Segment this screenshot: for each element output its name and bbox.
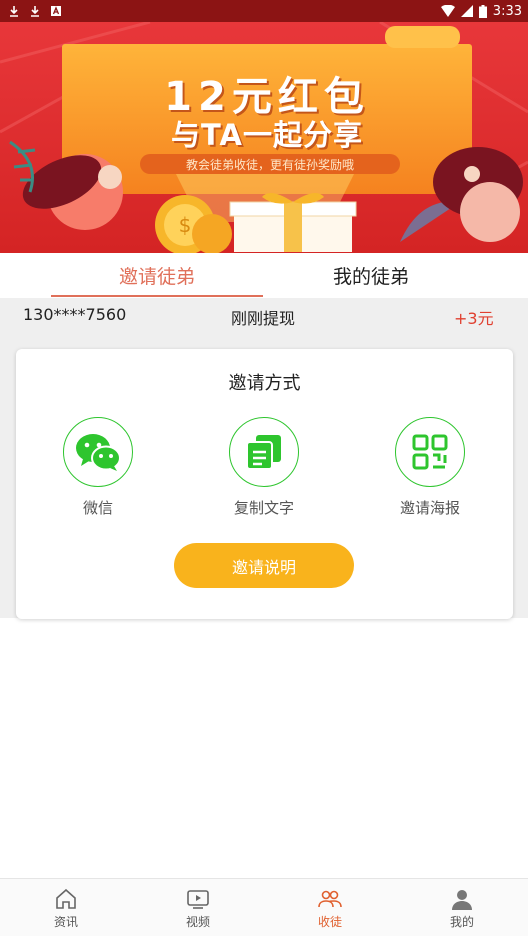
- qr-code-icon: [412, 434, 448, 470]
- tab-label: 我的徒弟: [332, 266, 409, 288]
- download-icon: [10, 6, 18, 17]
- battery-icon: [478, 4, 487, 18]
- invite-methods-card: 邀请方式 微信 复制文字 邀请海报 邀请说明: [16, 349, 513, 619]
- invite-copy-text-option[interactable]: 复制文字: [204, 417, 324, 518]
- tab-invite-disciple[interactable]: 邀请徒弟: [51, 253, 263, 298]
- nav-label: 资讯: [53, 914, 78, 929]
- invite-poster-option[interactable]: 邀请海报: [370, 417, 490, 518]
- wechat-icon: [76, 434, 121, 471]
- svg-text:$: $: [179, 213, 192, 237]
- promo-banner[interactable]: $ 12元红包 与TA一起分享 教会徒弟收徒，更有徒孙奖励哦: [0, 22, 528, 253]
- ticker-row: 130****7560 刚刚提现 +3元: [0, 298, 528, 331]
- app-notification-icon: [51, 6, 61, 16]
- qr-code-icon-circle: [395, 417, 465, 487]
- poster-label: 邀请海报: [399, 499, 460, 517]
- ticker-amount: +3元: [454, 309, 494, 328]
- nav-label: 视频: [185, 914, 210, 929]
- tab-bar: 邀请徒弟 我的徒弟: [0, 253, 528, 298]
- nav-item-news[interactable]: 资讯: [0, 879, 132, 937]
- nav-item-recruit[interactable]: 收徒: [264, 879, 396, 937]
- status-bar: 3:33: [0, 0, 528, 22]
- tab-my-disciples[interactable]: 我的徒弟: [265, 253, 477, 298]
- user-icon: [452, 889, 472, 910]
- tab-label: 邀请徒弟: [118, 266, 195, 288]
- group-icon: [318, 890, 342, 907]
- download-icon: [31, 6, 39, 17]
- wifi-icon: [440, 5, 455, 17]
- video-icon: [187, 889, 209, 909]
- wechat-icon-circle: [63, 417, 133, 487]
- invite-methods-title: 邀请方式: [228, 373, 301, 394]
- bottom-nav: 资讯 视频 收徒 我的: [0, 878, 528, 936]
- invite-wechat-option[interactable]: 微信: [38, 417, 158, 518]
- wechat-label: 微信: [82, 499, 113, 517]
- active-tab-indicator: [51, 295, 263, 297]
- ticker-action: 刚刚提现: [231, 309, 296, 328]
- ticker-phone: 130****7560: [23, 305, 127, 324]
- copy-text-label: 复制文字: [233, 499, 294, 517]
- copy-icon-circle: [229, 417, 299, 487]
- copy-icon: [246, 435, 281, 470]
- banner-subheadline: 与TA一起分享: [171, 118, 363, 152]
- invite-explanation-button[interactable]: 邀请说明: [174, 543, 354, 588]
- nav-label: 收徒: [317, 914, 342, 929]
- nav-label: 我的: [449, 914, 474, 929]
- nav-item-mine[interactable]: 我的: [396, 879, 528, 937]
- status-time: 3:33: [492, 3, 522, 19]
- signal-icon: [460, 5, 473, 17]
- nav-item-video[interactable]: 视频: [132, 879, 264, 937]
- home-icon: [56, 888, 76, 909]
- banner-tagline: 教会徒弟收徒，更有徒孙奖励哦: [140, 154, 400, 174]
